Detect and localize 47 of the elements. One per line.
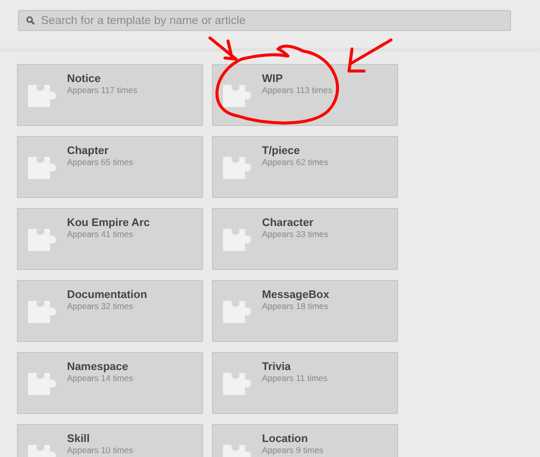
- usage-count: Appears 65 times: [67, 157, 134, 167]
- template-name: Namespace: [67, 361, 130, 373]
- template-name: Documentation: [67, 289, 148, 301]
- puzzle-piece-icon: [222, 156, 253, 180]
- puzzle-piece-icon: [222, 372, 253, 396]
- template-name: T/piece: [262, 145, 301, 157]
- usage-count: Appears 117 times: [67, 85, 138, 95]
- template-card[interactable]: Kou Empire Arc Appears 41 times: [17, 208, 203, 270]
- usage-count: Appears 62 times: [262, 157, 328, 167]
- usage-count: Appears 18 times: [262, 301, 330, 311]
- puzzle-piece-icon: [27, 84, 58, 108]
- usage-count: Appears 113 times: [262, 85, 332, 95]
- template-card[interactable]: Skill Appears 10 times: [17, 424, 203, 457]
- usage-count: Appears 33 times: [262, 229, 328, 239]
- template-name: Kou Empire Arc: [67, 217, 150, 229]
- template-card[interactable]: T/piece Appears 62 times: [212, 136, 398, 198]
- puzzle-piece-icon: [27, 372, 58, 396]
- template-name: Chapter: [67, 145, 110, 157]
- template-name: MessageBox: [262, 289, 330, 301]
- template-name: Notice: [67, 73, 102, 85]
- template-card[interactable]: Chapter Appears 65 times: [17, 136, 203, 198]
- puzzle-piece-icon: [27, 228, 58, 252]
- template-name: Location: [262, 433, 309, 445]
- puzzle-piece-icon: [222, 300, 253, 324]
- template-card[interactable]: Documentation Appears 32 times: [17, 280, 203, 342]
- template-name: Skill: [67, 433, 91, 445]
- usage-count: Appears 32 times: [67, 301, 134, 311]
- puzzle-piece-icon: [27, 156, 58, 180]
- usage-count: Appears 10 times: [67, 445, 134, 455]
- usage-count: Appears 41 times: [67, 229, 134, 239]
- puzzle-piece-icon: [222, 84, 253, 108]
- template-card[interactable]: Trivia Appears 11 times: [212, 352, 398, 414]
- search-field[interactable]: Search for a template by name or article: [18, 10, 511, 31]
- template-card[interactable]: Namespace Appears 14 times: [17, 352, 203, 414]
- usage-count: Appears 11 times: [262, 373, 328, 383]
- puzzle-piece-icon: [27, 300, 58, 324]
- template-card[interactable]: Character Appears 33 times: [212, 208, 398, 270]
- puzzle-piece-icon: [222, 228, 253, 252]
- template-card[interactable]: MessageBox Appears 18 times: [212, 280, 398, 342]
- template-card[interactable]: Notice Appears 117 times: [17, 64, 203, 126]
- template-name: Character: [262, 217, 314, 229]
- template-name: WIP: [262, 73, 284, 85]
- usage-count: Appears 9 times: [262, 445, 324, 455]
- usage-count: Appears 14 times: [67, 373, 134, 383]
- template-name: Trivia: [262, 361, 292, 373]
- template-card[interactable]: WIP Appears 113 times: [212, 64, 398, 126]
- template-card[interactable]: Location Appears 9 times: [212, 424, 398, 457]
